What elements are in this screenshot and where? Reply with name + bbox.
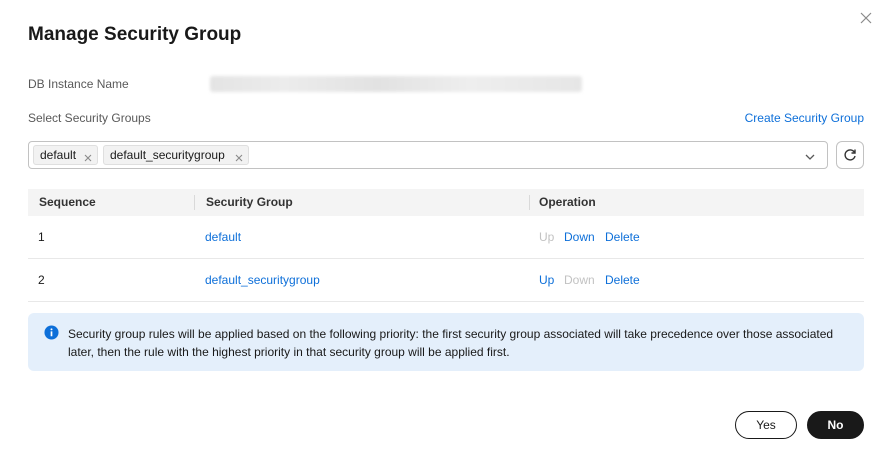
close-icon[interactable] <box>234 150 244 162</box>
selected-tag: default <box>33 145 98 165</box>
selected-tag: default_securitygroup <box>103 145 249 165</box>
move-up-button: Up <box>539 230 555 244</box>
priority-notice: Security group rules will be applied bas… <box>28 313 864 371</box>
header-security-group: Security Group <box>206 195 293 209</box>
instance-name-value <box>210 76 582 92</box>
row-group-link[interactable]: default <box>205 230 241 244</box>
header-operation: Operation <box>539 195 596 209</box>
row-sequence: 1 <box>38 230 45 244</box>
yes-button[interactable]: Yes <box>735 411 797 439</box>
manage-security-group-dialog: Manage Security Group DB Instance Name S… <box>0 0 890 465</box>
select-groups-label: Select Security Groups <box>28 111 151 125</box>
create-security-group-link[interactable]: Create Security Group <box>745 111 864 125</box>
security-group-table: Sequence Security Group Operation 1 defa… <box>28 189 864 302</box>
dialog-title: Manage Security Group <box>28 24 242 45</box>
table-header: Sequence Security Group Operation <box>28 189 864 216</box>
table-row: 1 default Up Down Delete <box>28 216 864 259</box>
chevron-down-icon[interactable] <box>804 150 816 162</box>
info-icon <box>44 325 59 345</box>
row-group-link[interactable]: default_securitygroup <box>205 273 320 287</box>
notice-text: Security group rules will be applied bas… <box>68 327 834 359</box>
security-group-select[interactable]: default default_securitygroup <box>28 141 828 169</box>
column-divider <box>529 195 530 210</box>
column-divider <box>194 195 195 210</box>
instance-name-label: DB Instance Name <box>28 77 129 91</box>
header-sequence: Sequence <box>39 195 96 209</box>
tag-label: default_securitygroup <box>110 148 225 162</box>
delete-button[interactable]: Delete <box>605 273 640 287</box>
move-down-button: Down <box>564 273 595 287</box>
no-button[interactable]: No <box>807 411 864 439</box>
table-row: 2 default_securitygroup Up Down Delete <box>28 259 864 302</box>
close-icon[interactable] <box>860 12 876 28</box>
move-down-button[interactable]: Down <box>564 230 595 244</box>
tag-label: default <box>40 148 77 162</box>
close-icon[interactable] <box>83 150 93 162</box>
row-sequence: 2 <box>38 273 45 287</box>
refresh-button[interactable] <box>836 141 864 169</box>
delete-button[interactable]: Delete <box>605 230 640 244</box>
move-up-button[interactable]: Up <box>539 273 554 287</box>
refresh-icon <box>844 149 856 161</box>
